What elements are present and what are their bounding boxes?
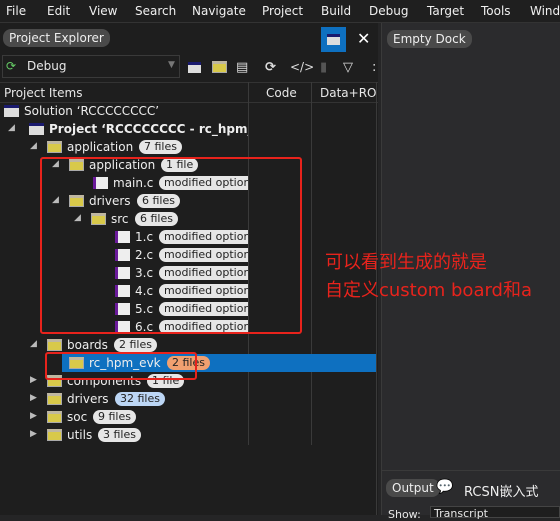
menu-navigate[interactable]: Navigate [192, 4, 246, 18]
file-count-badge: 3 files [98, 428, 141, 442]
output-tab[interactable]: Output [386, 479, 440, 497]
tree-item[interactable]: ▶ drivers 32 files [0, 390, 248, 408]
folder-icon[interactable] [212, 61, 227, 73]
collapse-arrow-icon[interactable]: ◢ [30, 339, 37, 349]
expand-arrow-icon[interactable]: ▶ [30, 375, 37, 385]
refresh-icon[interactable]: ⟳ [265, 60, 276, 75]
folder-icon [47, 393, 62, 405]
tree-item-label: boards [67, 338, 108, 352]
config-value: Debug [27, 59, 67, 73]
tree-item[interactable]: ▶ soc 9 files [0, 408, 248, 426]
tree-item-label: drivers [67, 392, 109, 406]
menu-tools[interactable]: Tools [481, 4, 511, 18]
menu-target[interactable]: Target [427, 4, 464, 18]
chevron-down-icon: ▼ [168, 60, 175, 70]
file-count-badge: 32 files [115, 392, 165, 406]
tree-item[interactable]: ◢ Project ‘RCCCCCCCC - rc_hpm_evk’ [0, 120, 248, 138]
solution-icon [4, 105, 19, 117]
menu-edit[interactable]: Edit [47, 4, 70, 18]
config-icon: ⟳ [6, 59, 17, 73]
menu-window[interactable]: Window [530, 4, 560, 18]
file-count-badge: 9 files [93, 410, 136, 424]
collapse-arrow-icon[interactable]: ◢ [8, 123, 15, 133]
disabled-icon: ▮ [320, 60, 328, 75]
configuration-dropdown[interactable]: ⟳ Debug ▼ [2, 55, 180, 78]
collapse-arrow-icon[interactable]: ◢ [30, 141, 37, 151]
tree-item[interactable]: ◢ application 7 files [0, 138, 248, 156]
tree-item-label: Solution ‘RCCCCCCCC’ [24, 104, 160, 118]
folder-icon [47, 339, 62, 351]
show-select[interactable]: Transcript [430, 506, 560, 520]
column-data-ro[interactable]: Data+RO [320, 86, 377, 100]
tree-item-label: soc [67, 410, 88, 424]
menu-file[interactable]: File [6, 4, 26, 18]
filter-icon[interactable]: ▽ [343, 60, 353, 75]
file-count-badge: 2 files [114, 338, 157, 352]
tree-item-label: utils [67, 428, 93, 442]
menu-bar: File Edit View Search Navigate Project Build De… [0, 0, 560, 23]
column-header: Project Items Code Data+RO [0, 82, 378, 103]
window-icon[interactable] [188, 62, 201, 73]
menu-search[interactable]: Search [135, 4, 176, 18]
empty-dock-tab[interactable]: Empty Dock [387, 30, 472, 48]
file-count-badge: 7 files [139, 140, 182, 154]
expand-arrow-icon[interactable]: ▶ [30, 411, 37, 421]
tree-item-label: Project ‘RCCCCCCCC - rc_hpm_evk’ [49, 122, 248, 136]
folder-icon [47, 141, 62, 153]
menu-debug[interactable]: Debug [369, 4, 408, 18]
window-toggle-button[interactable] [321, 27, 346, 52]
expand-arrow-icon[interactable]: ▶ [30, 429, 37, 439]
folder-icon [47, 429, 62, 441]
menu-project[interactable]: Project [262, 4, 303, 18]
annotation-text: 自定义custom board和a [325, 280, 533, 301]
close-icon[interactable]: ✕ [357, 29, 370, 48]
project-explorer-tab[interactable]: Project Explorer [3, 29, 110, 47]
watermark: RCSN嵌入式 [464, 485, 539, 500]
folder-icon [47, 411, 62, 423]
tree-item-label: application [67, 140, 134, 154]
expand-arrow-icon[interactable]: ▶ [30, 393, 37, 403]
wechat-icon: 💬 [436, 479, 454, 495]
annotation-text: 可以看到生成的就是 [325, 252, 487, 273]
annotation-box [45, 352, 197, 380]
project-icon [29, 123, 44, 135]
tree-item[interactable]: Solution ‘RCCCCCCCC’ [0, 102, 248, 120]
annotation-box [40, 157, 302, 334]
column-project-items[interactable]: Project Items [4, 86, 82, 100]
properties-icon[interactable]: ▤ [236, 60, 248, 75]
tree-item[interactable]: ▶ utils 3 files [0, 426, 248, 444]
menu-view[interactable]: View [89, 4, 117, 18]
code-icon[interactable]: </> [290, 60, 314, 74]
window-icon [327, 34, 340, 45]
column-code[interactable]: Code [266, 86, 297, 100]
menu-build[interactable]: Build [321, 4, 351, 18]
more-icon[interactable]: : [372, 60, 376, 75]
